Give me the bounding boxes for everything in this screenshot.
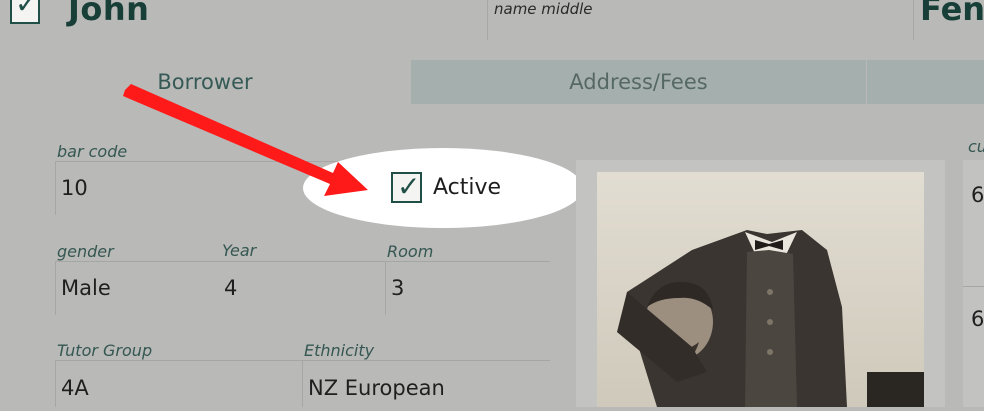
ethnicity-value[interactable]: NZ European [308, 376, 445, 400]
tutor-group-value[interactable]: 4A [61, 376, 89, 400]
right-panel-value: 6 [971, 307, 984, 331]
photo-illustration [597, 172, 924, 407]
tutor-group-label: Tutor Group [57, 341, 153, 360]
room-value[interactable]: 3 [391, 276, 404, 300]
gender-value[interactable]: Male [61, 276, 111, 300]
room-label: Room [387, 242, 434, 261]
ethnicity-label: Ethnicity [304, 341, 375, 360]
field-border [55, 261, 56, 315]
year-value[interactable]: 4 [224, 276, 237, 300]
field-border [55, 261, 550, 262]
year-label: Year [222, 241, 257, 260]
field-border [385, 261, 386, 315]
right-panel-label: cu [968, 137, 984, 156]
field-border [302, 360, 303, 407]
field-border [55, 360, 56, 407]
gender-label: gender [57, 242, 114, 261]
right-panel-value: 6 [971, 183, 984, 207]
right-panel-divider [963, 286, 984, 287]
borrower-photo[interactable] [597, 172, 924, 407]
